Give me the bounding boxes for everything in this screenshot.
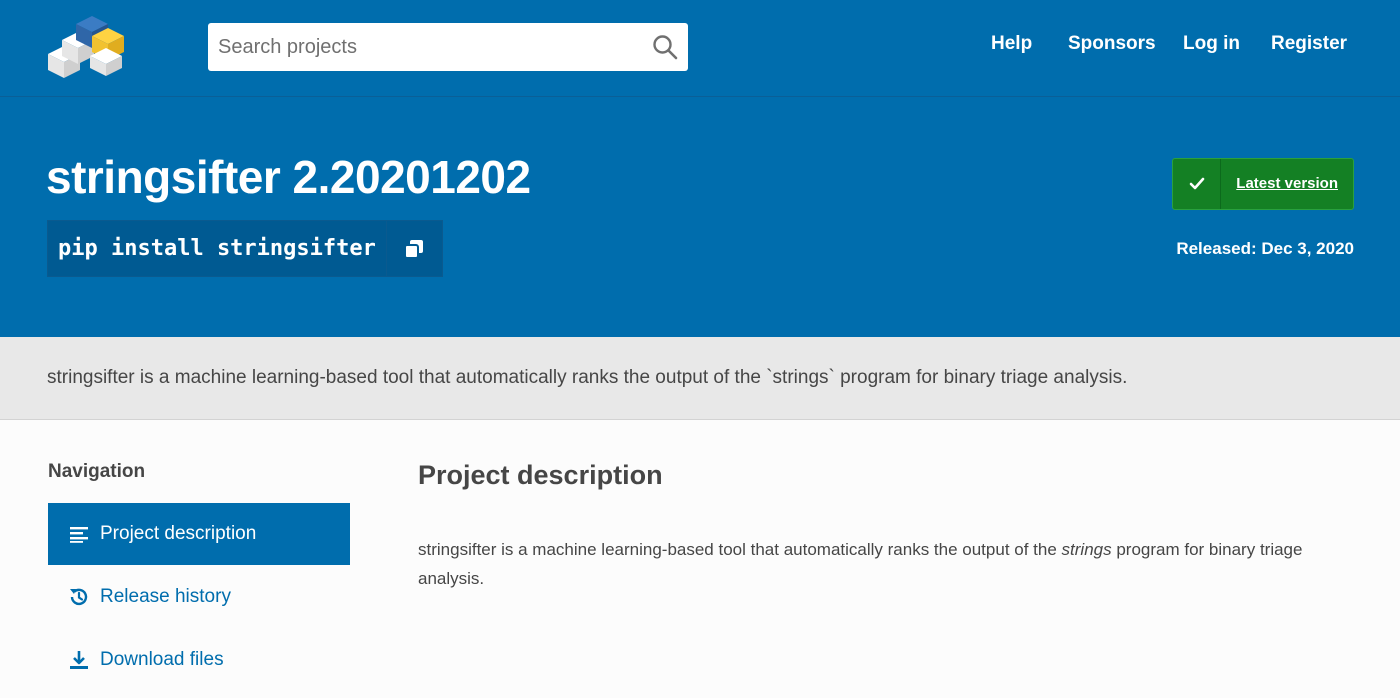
sidebar-item-label: Release history	[100, 586, 231, 607]
copy-icon[interactable]	[387, 221, 442, 276]
nav-register[interactable]: Register	[1271, 33, 1347, 55]
sidebar-item-label: Project description	[100, 523, 257, 544]
pip-install-box: pip install stringsifter	[47, 220, 443, 277]
search-box	[208, 23, 688, 71]
search-icon[interactable]	[652, 34, 678, 60]
nav-login[interactable]: Log in	[1183, 33, 1240, 55]
list-icon	[68, 523, 90, 545]
sidebar-item-label: Download files	[100, 649, 224, 670]
navigation-heading: Navigation	[48, 461, 146, 482]
package-summary: stringsifter is a machine learning-based…	[0, 337, 1400, 420]
search-input[interactable]	[208, 23, 638, 71]
sidebar-item-download-files[interactable]: Download files	[48, 629, 350, 691]
nav-help[interactable]: Help	[991, 33, 1032, 55]
project-description-heading: Project description	[418, 460, 663, 490]
sidebar-item-project-description[interactable]: Project description	[48, 503, 350, 565]
package-title: stringsifter 2.20201202	[46, 151, 531, 203]
sidebar-item-release-history[interactable]: Release history	[48, 566, 350, 628]
package-header: stringsifter 2.20201202 pip install stri…	[0, 97, 1400, 337]
summary-text: stringsifter is a machine learning-based…	[47, 367, 1128, 388]
pip-command[interactable]: pip install stringsifter	[48, 221, 387, 276]
description-emphasis: strings	[1061, 540, 1112, 559]
pypi-logo[interactable]	[46, 10, 128, 80]
description-text-part: stringsifter is a machine learning-based…	[418, 540, 1062, 559]
download-icon	[68, 649, 90, 671]
history-icon	[68, 586, 90, 608]
release-date: Released: Dec 3, 2020	[1176, 239, 1354, 258]
latest-version-label: Latest version	[1236, 175, 1338, 192]
top-bar: Help Sponsors Log in Register	[0, 0, 1400, 97]
project-description-text: stringsifter is a machine learning-based…	[418, 535, 1338, 593]
latest-version-button[interactable]: Latest version	[1172, 158, 1354, 210]
nav-sponsors[interactable]: Sponsors	[1068, 33, 1156, 55]
check-icon	[1173, 159, 1222, 209]
